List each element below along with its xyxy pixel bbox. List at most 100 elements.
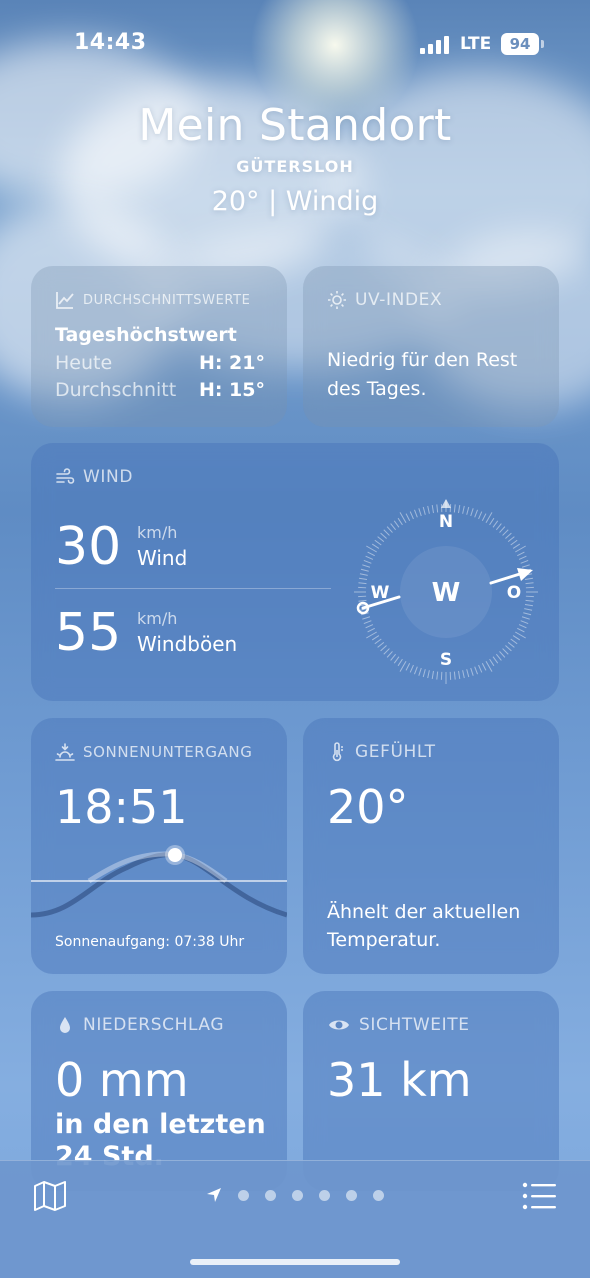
compass-tick: [418, 508, 422, 517]
compass-tick: [409, 664, 414, 673]
compass-tick: [365, 555, 374, 560]
compass-tick: [359, 577, 368, 580]
compass-tick: [377, 641, 385, 648]
compass-tick: [427, 505, 430, 514]
wind-speed-value: 30: [55, 517, 122, 577]
compass-o: O: [507, 583, 521, 603]
compass-tick: [413, 509, 418, 518]
compass-tick: [371, 543, 380, 549]
compass-tick: [492, 656, 499, 664]
compass-tick: [474, 666, 479, 675]
wind-gust-label: Windböen: [137, 632, 238, 656]
compass-tick: [525, 582, 534, 585]
compass-tick: [453, 504, 456, 513]
uv-index-card[interactable]: UV-INDEX Niedrig für den Rest des Tages.: [303, 266, 559, 427]
compass-tick: [458, 670, 461, 679]
compass-tick: [478, 664, 483, 673]
map-icon[interactable]: [33, 1179, 67, 1213]
weather-header: Mein Standort GÜTERSLOH 20° | Windig: [0, 100, 590, 217]
compass-tick: [466, 669, 470, 678]
compass-tick: [360, 568, 369, 572]
compass-tick: [380, 645, 387, 652]
averages-row-average: Durchschnitt H: 15°: [55, 379, 265, 401]
compass-tick: [393, 656, 400, 664]
compass-tick: [358, 599, 367, 602]
compass-tick: [383, 529, 390, 536]
sunset-title: SONNENUNTERGANG: [55, 742, 252, 762]
home-indicator[interactable]: [190, 1259, 400, 1265]
compass-tick: [422, 506, 426, 515]
compass-tick: [507, 641, 515, 648]
compass-tick: [386, 651, 393, 658]
uv-title: UV-INDEX: [327, 290, 442, 310]
compass-tick: [377, 536, 385, 543]
compass-tick: [502, 529, 509, 536]
uv-description: Niedrig für den Rest des Tages.: [327, 349, 518, 400]
compass-tick: [485, 512, 493, 523]
compass-tick: [374, 539, 382, 546]
sunset-icon: [55, 743, 75, 761]
compass-tick: [517, 551, 525, 557]
eye-icon: [329, 1020, 349, 1030]
compass-tick: [495, 523, 502, 531]
page-dot[interactable]: [373, 1189, 384, 1201]
compass-tick: [390, 523, 397, 531]
compass-tick: [418, 667, 422, 676]
compass-tick: [518, 624, 527, 629]
feels-like-description: Ähnelt der aktuellen Temperatur.: [327, 901, 521, 951]
compass-tick: [474, 509, 479, 518]
wind-title: WIND: [55, 467, 133, 487]
compass-tick: [521, 616, 530, 620]
compass-tick: [399, 661, 407, 672]
compass-tick: [367, 551, 375, 557]
city-name: GÜTERSLOH: [236, 157, 354, 176]
list-icon[interactable]: [522, 1181, 556, 1211]
compass-tick: [518, 555, 527, 560]
compass-tick: [397, 517, 403, 526]
page-dot[interactable]: [319, 1189, 330, 1201]
wind-gust-unit: km/h: [137, 609, 178, 628]
sunset-card[interactable]: SONNENUNTERGANG 18:51 Sonnenaufgang: 07:…: [31, 718, 287, 974]
feels-like-value: 20°: [327, 780, 409, 834]
trend-chart-icon: [56, 292, 74, 309]
compass-tick: [489, 658, 495, 667]
averages-label: Tageshöchstwert: [55, 324, 237, 346]
bottom-toolbar: [0, 1160, 590, 1278]
signal-icon: [420, 36, 450, 54]
wind-gust-value: 55: [55, 603, 122, 663]
compass-tick: [386, 526, 393, 533]
compass-tick: [462, 670, 465, 679]
compass-tick: [521, 564, 530, 568]
wind-card[interactable]: WIND 30 km/h Wind 55 km/h Windböen N S W…: [31, 443, 559, 701]
wind-speed-unit: km/h: [137, 523, 178, 542]
compass-tick: [485, 661, 493, 672]
compass-tick: [515, 631, 526, 639]
compass-tick: [512, 635, 521, 641]
page-dot[interactable]: [346, 1189, 357, 1201]
compass-tick: [422, 669, 426, 678]
compass-tick: [365, 624, 374, 629]
page-indicator[interactable]: [206, 1187, 384, 1203]
compass-tick: [517, 627, 525, 633]
compass-tick: [409, 511, 414, 520]
battery-icon: 94: [501, 33, 544, 55]
network-type: LTE: [460, 34, 492, 54]
feels-like-card[interactable]: GEFÜHLT 20° Ähnelt der aktuellen Tempera…: [303, 718, 559, 974]
precipitation-value: 0 mm: [55, 1053, 189, 1107]
wind-icon: [56, 468, 75, 484]
sun-icon: [328, 291, 346, 309]
compass-s: S: [440, 650, 452, 670]
page-dot[interactable]: [292, 1189, 303, 1201]
averages-row-today: Heute H: 21°: [55, 352, 265, 374]
compass-tick: [413, 666, 418, 675]
wind-divider: [55, 588, 331, 589]
compass-tick: [362, 616, 371, 620]
compass-tick: [495, 653, 502, 661]
page-dot[interactable]: [238, 1189, 249, 1201]
averages-card[interactable]: DURCHSCHNITTSWERTE Tageshöchstwert Heute…: [31, 266, 287, 427]
compass-tick: [405, 663, 411, 671]
compass-tick: [390, 653, 397, 661]
compass-tick: [470, 508, 474, 517]
page-dot[interactable]: [265, 1189, 276, 1201]
current-condition: 20° | Windig: [211, 186, 379, 217]
